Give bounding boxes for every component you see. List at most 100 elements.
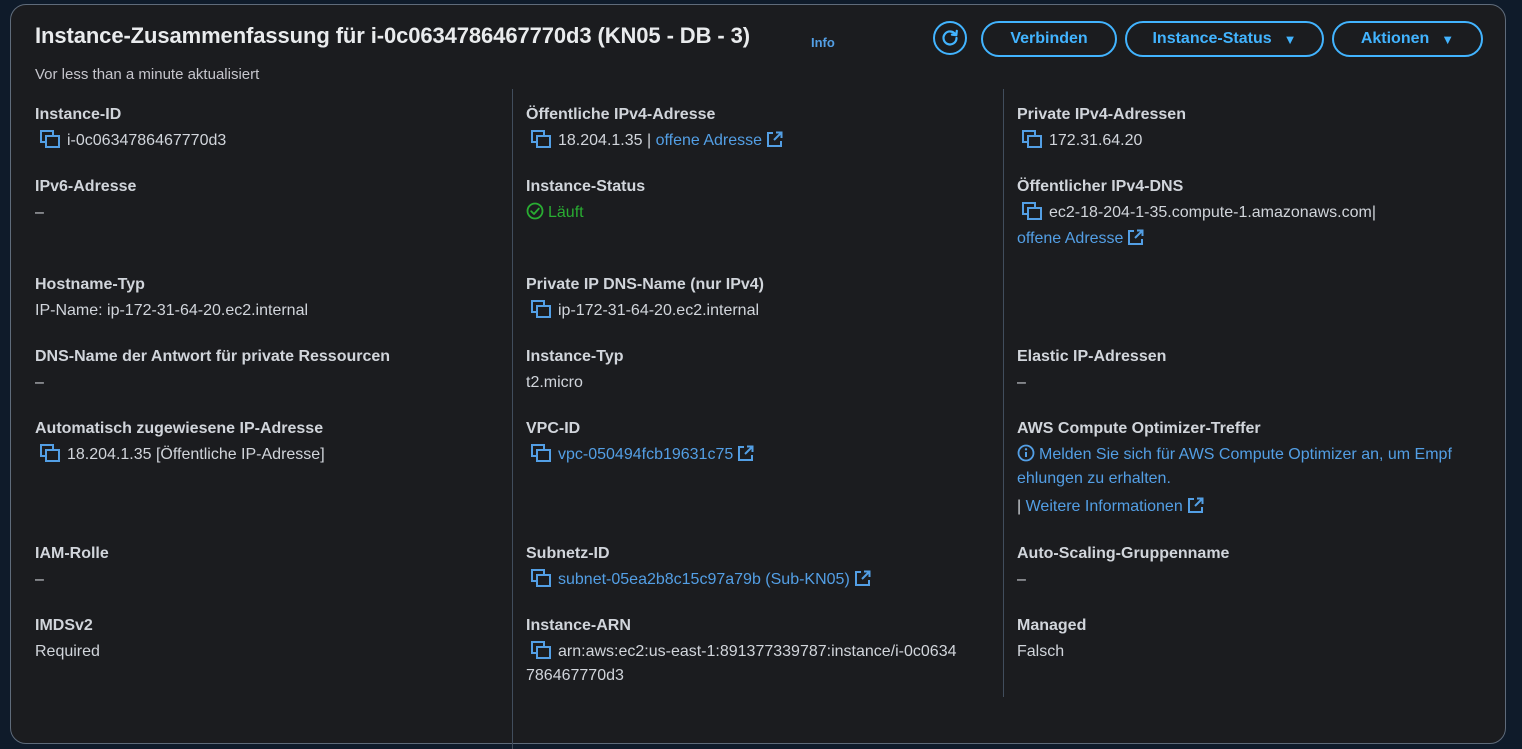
copy-icon[interactable] — [530, 569, 552, 587]
field-value: 172.31.64.20 — [1017, 129, 1186, 153]
field-value: 18.204.1.35 [Öffentliche IP-Adresse] — [35, 443, 325, 467]
page-title: Instance-Zusammenfassung für i-0c0634786… — [35, 23, 750, 48]
field-value: i-0c0634786467770d3 — [35, 129, 226, 153]
field-hostname-type: Hostname-Typ IP-Name: ip-172-31-64-20.ec… — [35, 275, 308, 323]
copy-icon[interactable] — [530, 444, 552, 462]
field-instance-state: Instance-Status Läuft — [526, 177, 645, 225]
refresh-button[interactable] — [933, 21, 967, 55]
field-label: Automatisch zugewiesene IP-Adresse — [35, 420, 324, 437]
field-value: – — [1017, 571, 1026, 588]
field-elastic-ip: Elastic IP-Adressen – — [1017, 347, 1166, 395]
field-label: IPv6-Adresse — [35, 178, 137, 195]
separator: | — [1017, 498, 1022, 515]
open-address-link[interactable]: offene Adresse — [656, 132, 762, 149]
field-label: Elastic IP-Adressen — [1017, 348, 1167, 365]
field-label: AWS Compute Optimizer-Treffer — [1017, 420, 1261, 437]
field-label: Hostname-Typ — [35, 276, 145, 293]
field-imdsv2: IMDSv2 Required — [35, 616, 100, 664]
field-instance-arn: Instance-ARN arn:aws:ec2:us-east-1:89137… — [526, 616, 957, 688]
field-label: Öffentliche IPv4-Adresse — [526, 106, 716, 123]
field-value: – — [1017, 374, 1026, 391]
refresh-icon — [942, 29, 958, 46]
field-value: vpc-050494fcb19631c75 — [526, 443, 754, 467]
open-address-link[interactable]: offene Adresse — [1017, 230, 1123, 247]
field-value-line2: offene Adresse — [1017, 227, 1376, 251]
info-link[interactable]: Info — [811, 35, 835, 50]
field-value: Läuft — [526, 201, 645, 225]
field-label: Auto-Scaling-Gruppenname — [1017, 545, 1230, 562]
copy-icon[interactable] — [39, 444, 61, 462]
field-instance-type: Instance-Typ t2.micro — [526, 347, 624, 395]
field-value: subnet-05ea2b8c15c97a79b (Sub-KN05) — [526, 568, 871, 592]
field-label: Private IP DNS-Name (nur IPv4) — [526, 276, 765, 293]
field-value: Melden Sie sich für AWS Compute Optimize… — [1017, 443, 1452, 467]
field-label: Managed — [1017, 617, 1087, 634]
field-value-line2: ehlungen zu erhalten. — [1017, 467, 1452, 491]
separator: | — [646, 132, 652, 149]
field-private-dns: Private IP DNS-Name (nur IPv4) ip-172-31… — [526, 275, 764, 323]
field-label: Öffentlicher IPv4-DNS — [1017, 178, 1184, 195]
caret-down-icon: ▼ — [1441, 31, 1455, 47]
subnet-id-link[interactable]: subnet-05ea2b8c15c97a79b (Sub-KN05) — [558, 571, 850, 588]
vpc-id-link[interactable]: vpc-050494fcb19631c75 — [558, 446, 733, 463]
column-divider — [512, 89, 513, 749]
optimizer-signup-link-cont[interactable]: ehlungen zu erhalten. — [1017, 470, 1171, 487]
connect-button[interactable]: Verbinden — [981, 21, 1117, 57]
field-label: DNS-Name der Antwort für private Ressour… — [35, 348, 391, 365]
external-link-icon[interactable] — [854, 570, 871, 587]
field-value: IP-Name: ip-172-31-64-20.ec2.internal — [35, 302, 309, 319]
field-label: Instance-ARN — [526, 617, 631, 634]
copy-icon[interactable] — [1021, 202, 1043, 220]
field-public-dns: Öffentlicher IPv4-DNS ec2-18-204-1-35.co… — [1017, 177, 1376, 251]
instance-arn-value: arn:aws:ec2:us-east-1:891377339787:insta… — [558, 643, 957, 660]
field-iam-role: IAM-Rolle – — [35, 544, 109, 592]
field-value: ip-172-31-64-20.ec2.internal — [526, 299, 764, 323]
external-link-icon[interactable] — [1187, 497, 1204, 514]
field-value: Required — [35, 643, 100, 660]
copy-icon[interactable] — [530, 130, 552, 148]
connect-button-label: Verbinden — [1010, 30, 1088, 47]
status-running-icon — [526, 202, 544, 220]
external-link-icon[interactable] — [1127, 229, 1144, 246]
field-auto-assigned-ip: Automatisch zugewiesene IP-Adresse 18.20… — [35, 419, 325, 467]
field-instance-id: Instance-ID i-0c0634786467770d3 — [35, 105, 226, 153]
field-asg-name: Auto-Scaling-Gruppenname – — [1017, 544, 1229, 592]
public-ipv4-value: 18.204.1.35 — [558, 132, 643, 149]
field-ipv6: IPv6-Adresse – — [35, 177, 136, 225]
external-link-icon[interactable] — [766, 131, 783, 148]
field-vpc-id: VPC-ID vpc-050494fcb19631c75 — [526, 419, 754, 467]
instance-summary-panel: Instance-Zusammenfassung für i-0c0634786… — [10, 4, 1506, 749]
actions-button-label: Aktionen — [1360, 30, 1430, 47]
private-ipv4-value: 172.31.64.20 — [1049, 132, 1143, 149]
last-updated-text: Vor less than a minute aktualisiert — [35, 66, 260, 83]
field-label: IAM-Rolle — [35, 545, 109, 562]
external-link-icon[interactable] — [737, 445, 754, 462]
field-value: 18.204.1.35 | offene Adresse — [526, 129, 783, 153]
instance-status-button[interactable]: Instance-Status ▼ — [1125, 21, 1324, 57]
instance-id-value: i-0c0634786467770d3 — [67, 132, 227, 149]
field-label: VPC-ID — [526, 420, 581, 437]
more-info-link[interactable]: Weitere Informationen — [1026, 498, 1183, 515]
field-value: Falsch — [1017, 643, 1065, 660]
field-value: ec2-18-204-1-35.compute-1.amazonaws.com| — [1017, 201, 1376, 225]
field-private-ipv4: Private IPv4-Adressen 172.31.64.20 — [1017, 105, 1186, 153]
caret-down-icon: ▼ — [1283, 31, 1297, 47]
copy-icon[interactable] — [530, 300, 552, 318]
field-value-line3: | Weitere Informationen — [1017, 495, 1452, 519]
field-label: Subnetz-ID — [526, 545, 610, 562]
optimizer-signup-link[interactable]: Melden Sie sich für AWS Compute Optimize… — [1039, 446, 1452, 463]
field-managed: Managed Falsch — [1017, 616, 1086, 664]
copy-icon[interactable] — [1021, 130, 1043, 148]
copy-icon[interactable] — [39, 130, 61, 148]
actions-button[interactable]: Aktionen ▼ — [1332, 21, 1483, 57]
public-dns-value: ec2-18-204-1-35.compute-1.amazonaws.com — [1049, 204, 1372, 221]
field-label: Instance-Typ — [526, 348, 624, 365]
copy-icon[interactable] — [530, 641, 552, 659]
field-value-line2: 786467770d3 — [526, 667, 624, 684]
field-value: – — [35, 571, 44, 588]
field-value: t2.micro — [526, 374, 583, 391]
field-compute-optimizer: AWS Compute Optimizer-Treffer Melden Sie… — [1017, 419, 1452, 519]
instance-status-button-label: Instance-Status — [1152, 30, 1272, 47]
field-label: IMDSv2 — [35, 617, 93, 634]
instance-state-value: Läuft — [548, 204, 584, 221]
